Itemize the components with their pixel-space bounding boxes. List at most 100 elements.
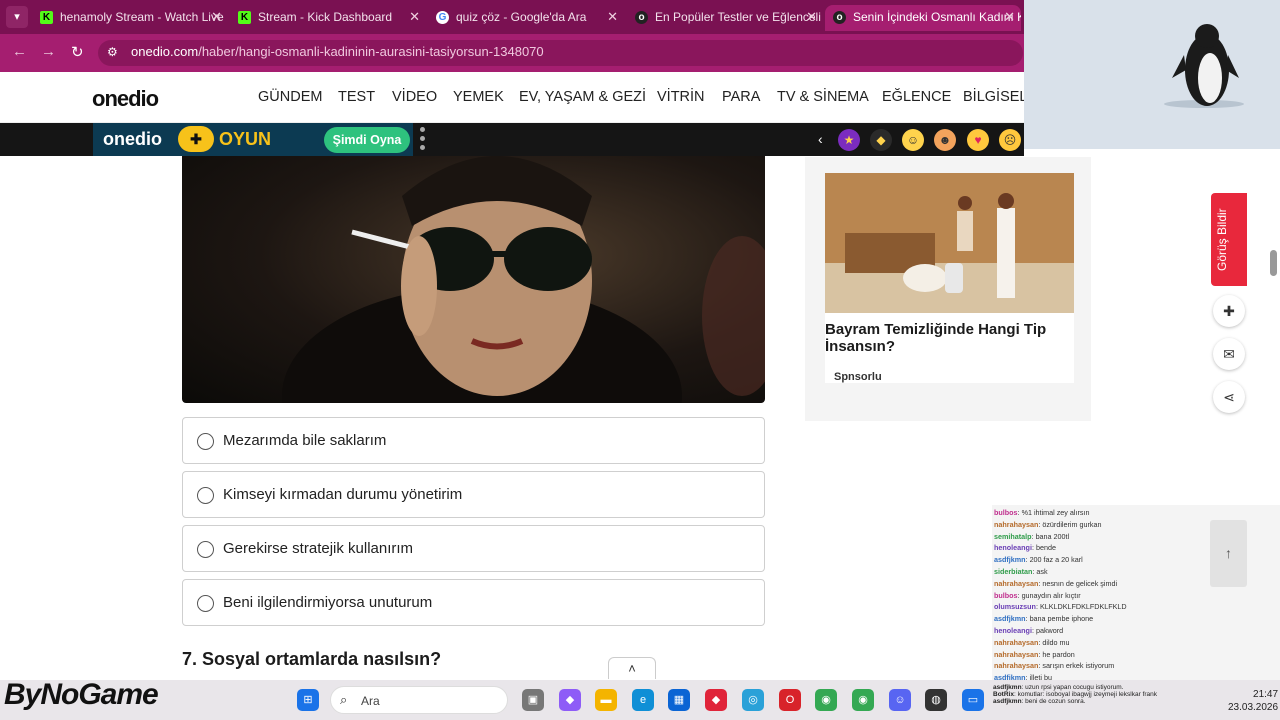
reload-icon[interactable]: ↻ — [71, 43, 84, 61]
ad-image[interactable] — [825, 173, 1074, 313]
game-icon[interactable]: ◆ — [870, 129, 892, 151]
radio-button[interactable] — [197, 433, 214, 450]
onedio-logo[interactable]: onedio — [92, 86, 159, 112]
edge-icon[interactable]: e — [632, 689, 654, 711]
copilot-icon[interactable]: ◆ — [559, 689, 581, 711]
search-icon: ⌕ — [340, 692, 348, 707]
answer-option-2[interactable]: Kimseyi kırmadan durumu yönetirim — [182, 471, 765, 518]
answer-option-4[interactable]: Beni ilgilendirmiyorsa unuturum — [182, 579, 765, 626]
option-label: Beni ilgilendirmiyorsa unuturum — [223, 594, 433, 611]
nav-test[interactable]: TEST — [338, 89, 375, 105]
url-text[interactable]: onedio.com/haber/hangi-osmanli-kadininin… — [131, 44, 544, 59]
close-icon[interactable]: ✕ — [806, 5, 817, 29]
forward-icon[interactable]: → — [41, 43, 56, 60]
discord-icon[interactable]: ☺ — [889, 689, 911, 711]
chrome-profile-icon[interactable]: ◉ — [852, 689, 874, 711]
tab-onedio-tests[interactable]: o En Popüler Testler ve Eğlenceli ✕ — [627, 5, 823, 31]
chat-text: bende — [1035, 543, 1056, 552]
chat-text: uzun rpsi yapan cocugu istiyorum. — [1025, 684, 1124, 691]
emoji-icon[interactable]: ☻ — [934, 129, 956, 151]
heart-eyes-icon[interactable]: ♥ — [967, 129, 989, 151]
sad-emoji-icon[interactable]: ☹ — [999, 129, 1021, 151]
chat-user: asdfjkmn — [994, 614, 1026, 623]
close-icon[interactable]: ✕ — [409, 5, 420, 29]
chat-message: henoleangi: bende — [994, 543, 1056, 552]
tab-google-search[interactable]: G quiz çöz - Google'da Ara ✕ — [428, 5, 624, 31]
chat-text: %1 ihtimal zey alırsın — [1021, 508, 1090, 517]
tab-henamoly-stream[interactable]: K henamoly Stream - Watch Live ✕ — [32, 5, 228, 31]
search-label: Ara — [361, 694, 380, 708]
nav-gundem[interactable]: GÜNDEM — [258, 89, 322, 105]
answer-option-1[interactable]: Mezarımda bile saklarım — [182, 417, 765, 464]
chat-text: he pardon — [1042, 650, 1075, 659]
share-icon[interactable]: ⋖ — [1213, 381, 1245, 413]
chat-message: asdfjkmn: uzun rpsi yapan cocugu istiyor… — [993, 684, 1124, 691]
chat-text: bana 200tl — [1035, 532, 1070, 541]
chat-text: ask — [1036, 567, 1048, 576]
tab-kick-dashboard[interactable]: K Stream - Kick Dashboard ✕ — [230, 5, 426, 31]
close-icon[interactable]: ✕ — [211, 5, 222, 29]
obs-icon[interactable]: ◍ — [925, 689, 947, 711]
nav-para[interactable]: PARA — [722, 89, 760, 105]
family-room-illustration — [825, 173, 1074, 313]
bilpop-icon[interactable]: ★ — [838, 129, 860, 151]
nav-vitrin[interactable]: VİTRİN — [657, 89, 705, 105]
task-view-icon[interactable]: ▣ — [522, 689, 544, 711]
chat-user: nahrahaysan — [994, 638, 1039, 647]
opera-icon[interactable]: O — [779, 689, 801, 711]
chat-user: asdfjkmn — [993, 684, 1022, 691]
page-scrollbar[interactable] — [1270, 250, 1277, 276]
comments-icon[interactable]: ✉ — [1213, 338, 1245, 370]
emoji-icon[interactable]: ☺ — [902, 129, 924, 151]
answer-option-3[interactable]: Gerekirse stratejik kullanırım — [182, 525, 765, 572]
chat-text: nesnın de gelicek şimdi — [1042, 579, 1118, 588]
chrome-icon[interactable]: ◉ — [815, 689, 837, 711]
radio-button[interactable] — [197, 487, 214, 504]
close-icon[interactable]: ✕ — [1004, 5, 1015, 29]
chevron-up-icon[interactable]: ˄ — [608, 657, 656, 679]
back-icon[interactable]: ← — [12, 43, 27, 60]
option-label: Kimseyi kırmadan durumu yönetirim — [223, 486, 463, 503]
app-icon[interactable]: ◆ — [705, 689, 727, 711]
back-to-top-button[interactable]: ↑ — [1210, 520, 1247, 587]
feedback-button[interactable]: Görüş Bildir — [1211, 193, 1247, 286]
chevron-left-icon[interactable]: ‹ — [818, 131, 823, 147]
tab-search-button[interactable]: ▾ — [6, 6, 28, 28]
app-icon[interactable]: ◎ — [742, 689, 764, 711]
nav-tv-sinema[interactable]: TV & SİNEMA — [777, 89, 869, 105]
radio-button[interactable] — [197, 541, 214, 558]
gamepad-icon: ✚ — [178, 126, 214, 152]
simdi-oyna-button[interactable]: Şimdi Oyna — [324, 127, 410, 153]
feedback-label: Görüş Bildir — [1215, 208, 1229, 271]
chat-text: 200 faz a 20 karl — [1029, 555, 1083, 564]
chat-user: nahrahaysan — [994, 650, 1039, 659]
site-info-icon[interactable]: ⚙ — [107, 45, 118, 59]
chat-user: henoleangi — [994, 626, 1032, 635]
nav-video[interactable]: VİDEO — [392, 89, 437, 105]
radio-button[interactable] — [197, 595, 214, 612]
nav-ev-yasam-gezi[interactable]: EV, YAŞAM & GEZİ — [519, 89, 646, 105]
taskbar-search[interactable]: ⌕ Ara — [330, 686, 508, 714]
ad-title[interactable]: Bayram Temizliğinde Hangi Tip İnsansın? — [825, 321, 1065, 355]
chat-text: sarışın erkek istiyorum — [1042, 661, 1115, 670]
question-heading: 7. Sosyal ortamlarda nasılsın? — [182, 649, 442, 669]
bookmark-add-icon[interactable]: ✚ — [1213, 295, 1245, 327]
chat-message: nahrahaysan: he pardon — [994, 650, 1075, 659]
chat-message: semihatalp: bana 200tl — [994, 532, 1070, 541]
nav-eglence[interactable]: EĞLENCE — [882, 89, 951, 105]
close-icon[interactable]: ✕ — [607, 5, 618, 29]
file-explorer-icon[interactable]: ▬ — [595, 689, 617, 711]
chat-message: nahrahaysan: sarışın erkek istiyorum — [994, 661, 1115, 670]
chat-text: bana pembe iphone — [1029, 614, 1094, 623]
nav-bilgisel[interactable]: BİLGİSEL — [963, 89, 1027, 105]
store-icon[interactable]: ▦ — [668, 689, 690, 711]
chat-user: nahrahaysan — [994, 661, 1039, 670]
windows-start-icon[interactable]: ⊞ — [297, 689, 319, 711]
more-icon[interactable] — [420, 127, 426, 153]
app-icon[interactable]: ▭ — [962, 689, 984, 711]
nav-yemek[interactable]: YEMEK — [453, 89, 504, 105]
chat-user: nahrahaysan — [994, 579, 1039, 588]
quiz-image — [182, 156, 765, 403]
tab-osmanli-quiz[interactable]: o Senin İçindeki Osmanlı Kadını K ✕ — [825, 5, 1021, 31]
chat-user: bulbos — [994, 591, 1018, 600]
